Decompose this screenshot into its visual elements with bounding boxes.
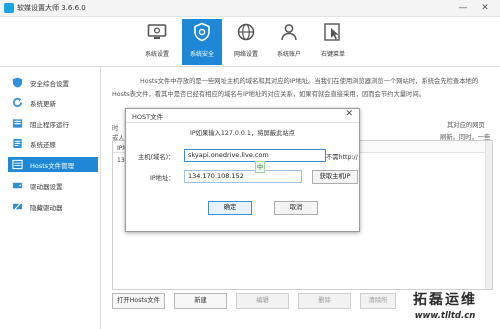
sidebar-item-label: 系统更新 (30, 100, 56, 108)
dialog-divider (126, 122, 359, 123)
host-dialog: HOST文件 ✕ IP如果输入127.0.0.1，将屏蔽此站点 主机(域名)： … (125, 108, 360, 232)
sidebar-item-system-restore[interactable]: 系统还原 (8, 136, 98, 151)
get-host-ip-button[interactable]: 获取主机IP (312, 170, 358, 184)
watermark: 拓磊运维 www.tlltd.cn (392, 289, 498, 329)
toolbar-item-network-settings[interactable]: 网络设置 (226, 19, 266, 65)
new-button[interactable]: 新建 (174, 293, 227, 309)
watermark-url: www.tlltd.cn (414, 311, 476, 321)
open-hosts-file-button[interactable]: 打开Hosts文件 (112, 293, 165, 309)
ime-indicator-icon: 中 (255, 161, 265, 173)
minimize-button[interactable]: — (456, 2, 470, 14)
toolbar-label: 系统安全 (189, 51, 214, 58)
ip-label: IP地址： (150, 175, 175, 182)
dialog-hint: IP如果输入127.0.0.1，将屏蔽此站点 (190, 130, 295, 137)
ip-input[interactable]: 134.170.108.152 (184, 170, 302, 183)
window-title: 软媒设置大师 3.6.6.0 (17, 4, 86, 12)
close-button[interactable]: ✕ (478, 2, 492, 14)
toolbar-item-system-account[interactable]: 系统账户 (269, 19, 309, 65)
shield-gear-icon (194, 22, 210, 42)
toolbar-label: 网络设置 (233, 51, 258, 58)
block-icon (12, 119, 23, 128)
desktop-gear-icon (147, 24, 167, 39)
restore-icon (13, 138, 22, 149)
dialog-close-icon[interactable]: ✕ (345, 109, 353, 119)
shield-icon (12, 77, 23, 88)
toolbar-label: 系统账户 (276, 51, 301, 58)
app-logo-icon (4, 3, 14, 13)
sidebar-item-label: Hosts文件管理 (30, 162, 75, 170)
main-toolbar: 系统设置 系统安全 网络设置 系统账户 右键菜单 (0, 17, 500, 67)
toolbar-label: 右键菜单 (320, 51, 345, 58)
table-scrollbar[interactable] (485, 141, 492, 289)
watermark-brand: 拓磊运维 (413, 292, 477, 308)
cursor-icon (324, 23, 340, 41)
sidebar-item-label: 驱动器设置 (30, 183, 63, 191)
sidebar-item-security-overview[interactable]: 安全综合设置 (8, 75, 98, 90)
toolbar-item-system-security[interactable]: 系统安全 (182, 19, 222, 65)
sidebar-item-block-programs[interactable]: 阻止程序运行 (8, 116, 98, 131)
drive-icon (12, 182, 23, 189)
sidebar-item-label: 隐藏驱动器 (30, 204, 63, 212)
toolbar-label: 系统设置 (144, 51, 169, 58)
globe-icon (237, 23, 255, 41)
description-fragment: 其对应的网页 (447, 122, 485, 129)
toolbar-item-system-settings[interactable]: 系统设置 (137, 19, 177, 65)
toolbar-item-context-menu[interactable]: 右键菜单 (313, 19, 353, 65)
sidebar-item-drive-settings[interactable]: 驱动器设置 (8, 178, 98, 193)
sidebar-item-hide-drives[interactable]: 隐藏驱动器 (8, 199, 98, 214)
sidebar-item-system-update[interactable]: 系统更新 (8, 95, 98, 110)
description-fragment: 时 (112, 125, 119, 132)
hosts-file-icon (12, 159, 23, 170)
user-icon (281, 24, 297, 41)
refresh-icon (13, 97, 22, 107)
dialog-title: HOST文件 (132, 113, 164, 121)
sidebar: 安全综合设置 系统更新 阻止程序运行 系统还原 Hosts文件管理 驱动器设置 … (0, 67, 101, 329)
sidebar-item-hosts-manager[interactable]: Hosts文件管理 (8, 157, 98, 172)
ok-button[interactable]: 确定 (208, 201, 252, 215)
sidebar-item-label: 阻止程序运行 (30, 121, 69, 129)
delete-button[interactable]: 删除 (298, 293, 351, 309)
sidebar-item-label: 安全综合设置 (30, 80, 69, 88)
hosts-description: Hosts文件中存放的是一些网址主机的域名和其对应的IP地址。当我们在使用浏览器… (112, 78, 479, 98)
domain-label: 主机(域名)： (138, 154, 175, 161)
edit-button[interactable]: 编辑 (236, 293, 289, 309)
title-bar: 软媒设置大师 3.6.6.0 — ✕ (0, 0, 500, 17)
cancel-button[interactable]: 取消 (274, 201, 318, 215)
clear-all-button[interactable]: 清除所 (360, 293, 396, 309)
sidebar-item-label: 系统还原 (30, 141, 56, 149)
no-http-note: 不需http:// (326, 154, 358, 161)
hidden-drive-icon (12, 202, 23, 211)
